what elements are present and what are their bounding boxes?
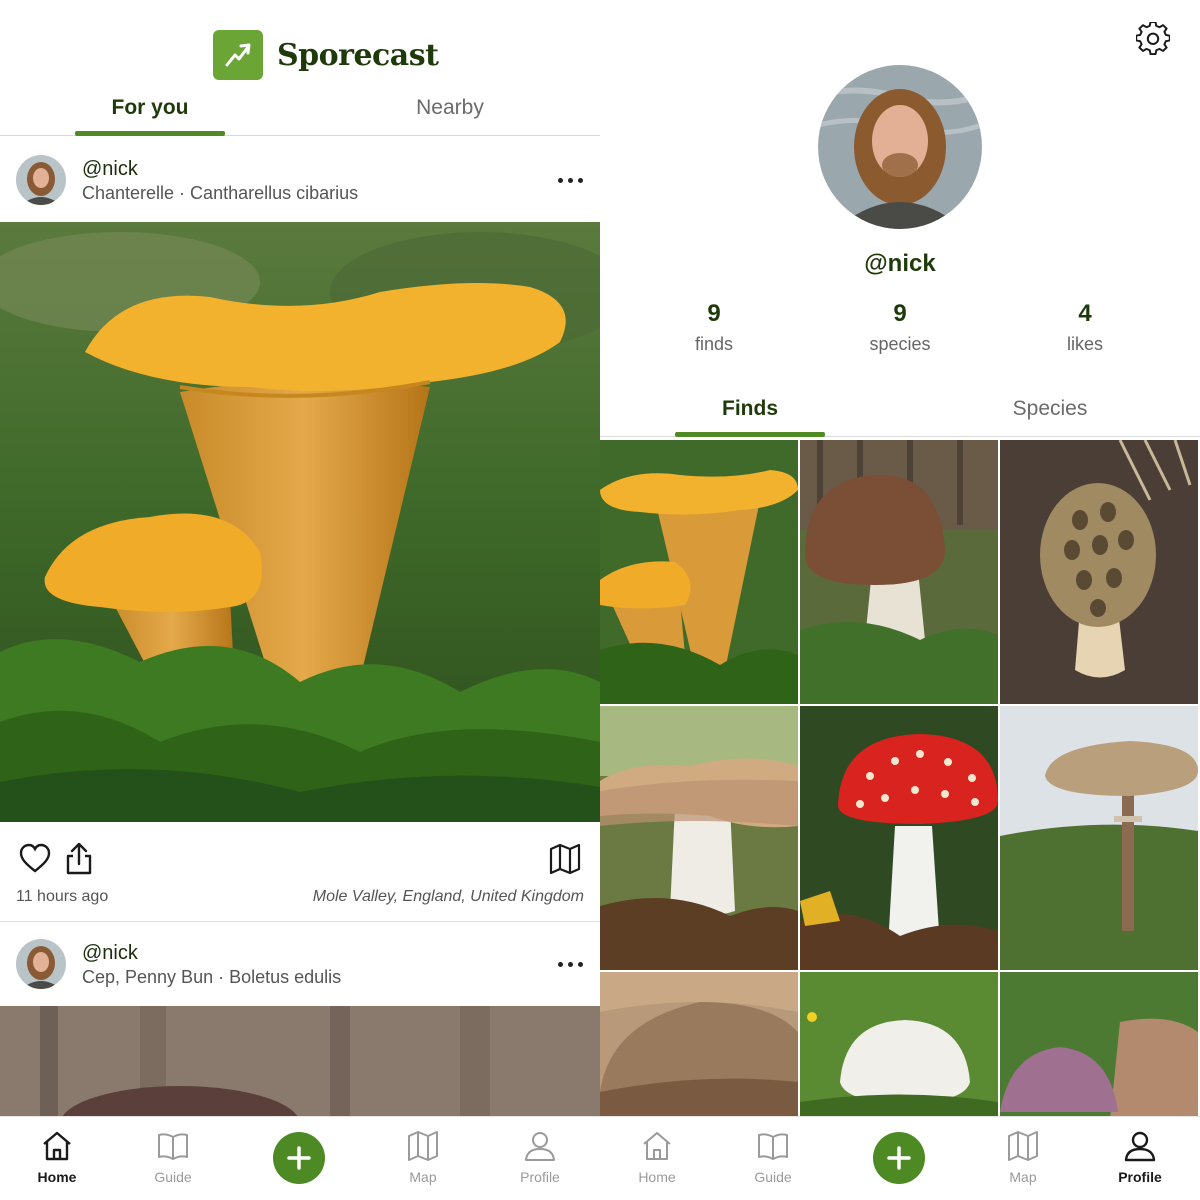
post-time: 11 hours ago bbox=[16, 888, 109, 905]
profile-screen: @nick 9 finds 9 species 4 likes Finds Sp… bbox=[600, 0, 1200, 1200]
post-header: @nick Chanterelle · Cantharellus cibariu… bbox=[0, 140, 600, 222]
app-logo: Sporecast bbox=[213, 30, 439, 80]
stat-species: 9 species bbox=[869, 300, 931, 354]
bottom-nav: Home Guide Map Profile bbox=[600, 1116, 1200, 1200]
map-icon bbox=[408, 1131, 438, 1161]
brown-cap-photo[interactable] bbox=[600, 972, 798, 1120]
stat-finds: 9 finds bbox=[694, 300, 734, 354]
tab-species[interactable]: Species bbox=[900, 397, 1200, 437]
map-icon bbox=[1008, 1131, 1038, 1161]
book-icon bbox=[758, 1133, 788, 1160]
stat-likes: 4 likes bbox=[1066, 300, 1103, 354]
post-username[interactable]: @nick bbox=[82, 158, 138, 181]
chanterelle-photo[interactable] bbox=[600, 440, 798, 704]
avatar[interactable] bbox=[16, 939, 66, 989]
nav-guide[interactable]: Guide bbox=[128, 1129, 218, 1199]
post-location[interactable]: Mole Valley, England, United Kingdom bbox=[313, 888, 584, 906]
home-icon bbox=[43, 1131, 71, 1161]
post-species: Cep, Penny Bun · Boletus edulis bbox=[82, 967, 342, 987]
purple-cap-photo[interactable] bbox=[1000, 972, 1198, 1120]
hedgehog-mushroom-photo[interactable] bbox=[600, 706, 798, 970]
feed-screen: Sporecast For you Nearby @nick Chanterel… bbox=[0, 0, 600, 1200]
tab-finds[interactable]: Finds bbox=[600, 397, 900, 437]
heart-icon[interactable] bbox=[18, 842, 52, 876]
chanterelle-photo[interactable] bbox=[0, 222, 600, 822]
nav-profile[interactable]: Profile bbox=[495, 1129, 585, 1199]
cep-photo[interactable] bbox=[0, 1006, 600, 1126]
logo-badge-icon bbox=[213, 30, 263, 80]
add-find-button[interactable] bbox=[873, 1132, 925, 1184]
book-icon bbox=[158, 1133, 188, 1160]
post-username[interactable]: @nick bbox=[82, 942, 138, 965]
nav-home[interactable]: Home bbox=[612, 1129, 702, 1199]
settings-gear-icon[interactable] bbox=[1136, 22, 1170, 56]
tab-nearby[interactable]: Nearby bbox=[300, 96, 600, 136]
user-icon bbox=[1124, 1131, 1156, 1162]
cep-photo[interactable] bbox=[800, 440, 998, 704]
nav-profile[interactable]: Profile bbox=[1095, 1129, 1185, 1199]
profile-tabs: Finds Species bbox=[600, 397, 1200, 437]
parasol-mushroom-photo[interactable] bbox=[1000, 706, 1198, 970]
nav-map[interactable]: Map bbox=[978, 1129, 1068, 1199]
app-name: Sporecast bbox=[277, 37, 439, 73]
profile-username: @nick bbox=[864, 250, 936, 277]
tab-for-you[interactable]: For you bbox=[0, 96, 300, 136]
nav-home[interactable]: Home bbox=[12, 1129, 102, 1199]
bottom-nav: Home Guide Map Profile bbox=[0, 1116, 600, 1200]
map-icon[interactable] bbox=[548, 842, 582, 876]
finds-grid bbox=[600, 440, 1200, 1120]
white-mushroom-photo[interactable] bbox=[800, 972, 998, 1120]
plus-icon bbox=[887, 1146, 911, 1170]
nav-map[interactable]: Map bbox=[378, 1129, 468, 1199]
share-icon[interactable] bbox=[62, 842, 96, 876]
more-options-button[interactable] bbox=[553, 170, 587, 190]
user-icon bbox=[525, 1132, 555, 1161]
post-header: @nick Cep, Penny Bun · Boletus edulis bbox=[0, 924, 600, 1006]
morel-photo[interactable] bbox=[1000, 440, 1198, 704]
fly-agaric-photo[interactable] bbox=[800, 706, 998, 970]
avatar[interactable] bbox=[16, 155, 66, 205]
nav-guide[interactable]: Guide bbox=[728, 1129, 818, 1199]
tab-indicator bbox=[675, 432, 825, 437]
plus-icon bbox=[287, 1146, 311, 1170]
feed-tabs: For you Nearby bbox=[0, 96, 600, 136]
post-actions: 11 hours ago Mole Valley, England, Unite… bbox=[0, 822, 600, 922]
tab-indicator bbox=[75, 131, 225, 136]
more-options-button[interactable] bbox=[553, 954, 587, 974]
post-species: Chanterelle · Cantharellus cibarius bbox=[82, 183, 359, 203]
add-find-button[interactable] bbox=[273, 1132, 325, 1184]
profile-avatar[interactable] bbox=[818, 65, 982, 229]
home-icon bbox=[643, 1132, 671, 1160]
